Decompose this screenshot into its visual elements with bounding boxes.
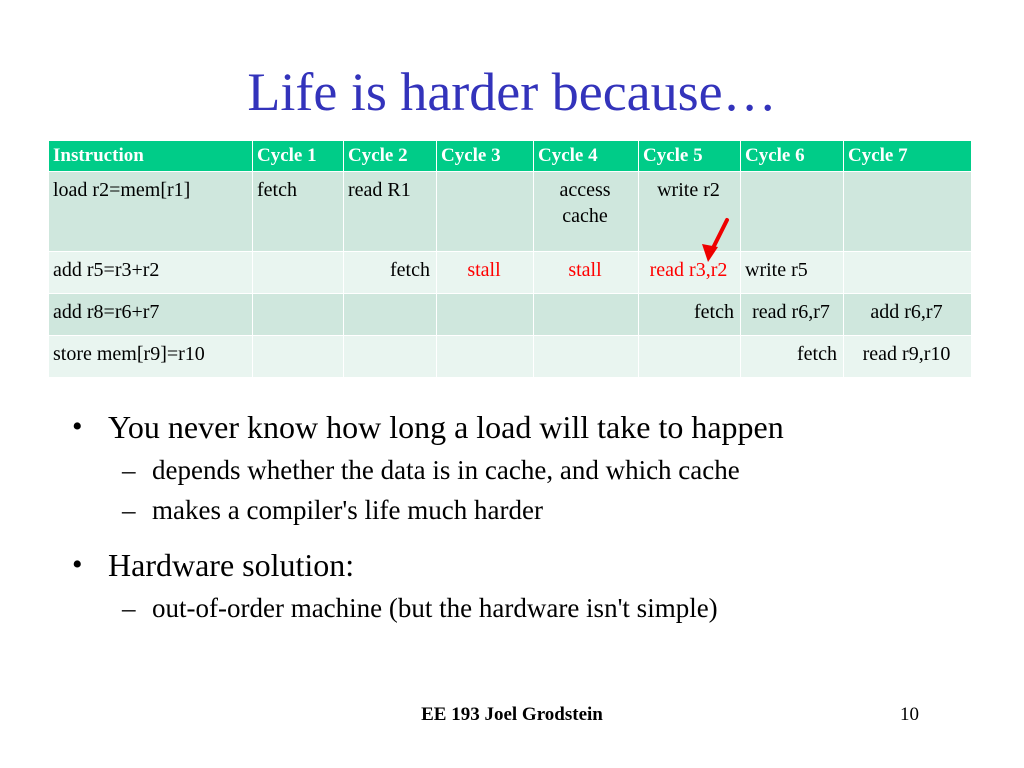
cell-instruction: store mem[r9]=r10	[49, 336, 252, 377]
slide-page-number: 10	[900, 704, 919, 725]
bullet-text: makes a compiler's life much harder	[152, 495, 543, 525]
cell-cycle-6	[741, 172, 843, 251]
bullet-item-1: • You never know how long a load will ta…	[60, 404, 964, 450]
cell-cycle-5: fetch	[639, 294, 740, 335]
table-header-row: Instruction Cycle 1 Cycle 2 Cycle 3 Cycl…	[49, 141, 971, 171]
cell-cycle-7: add r6,r7	[844, 294, 971, 335]
cell-cycle-6: read r6,r7	[741, 294, 843, 335]
body-content: • You never know how long a load will ta…	[60, 404, 964, 628]
bullet-item-3: – makes a compiler's life much harder	[60, 490, 964, 530]
column-header-cycle-6: Cycle 6	[741, 141, 843, 171]
cell-cycle-3: stall	[437, 252, 533, 293]
cell-cycle-2	[344, 336, 436, 377]
bullet-marker-dash: –	[122, 593, 136, 623]
cell-cycle-3	[437, 172, 533, 251]
bullet-text: out-of-order machine (but the hardware i…	[152, 593, 718, 623]
cell-cycle-4	[534, 294, 638, 335]
cell-cycle-5: write r2	[639, 172, 740, 251]
cell-cycle-5	[639, 336, 740, 377]
bullet-item-5: – out-of-order machine (but the hardware…	[60, 588, 964, 628]
cell-cycle-2: fetch	[344, 252, 436, 293]
cell-cycle-1	[253, 252, 343, 293]
cell-cycle-4: stall	[534, 252, 638, 293]
column-header-cycle-5: Cycle 5	[639, 141, 740, 171]
cell-cycle-1: fetch	[253, 172, 343, 251]
bullet-marker-dash: –	[122, 495, 136, 525]
column-header-cycle-3: Cycle 3	[437, 141, 533, 171]
pipeline-table: Instruction Cycle 1 Cycle 2 Cycle 3 Cycl…	[48, 140, 972, 378]
bullet-item-4: • Hardware solution:	[60, 542, 964, 588]
column-header-cycle-1: Cycle 1	[253, 141, 343, 171]
cell-cycle-1	[253, 336, 343, 377]
cell-cycle-7	[844, 252, 971, 293]
column-header-instruction: Instruction	[49, 141, 252, 171]
table-row: add r8=r6+r7 fetch read r6,r7 add r6,r7	[49, 294, 971, 335]
bullet-text: You never know how long a load will take…	[108, 409, 784, 445]
cell-cycle-3	[437, 294, 533, 335]
cell-cycle-4	[534, 336, 638, 377]
bullet-marker-dot: •	[72, 410, 83, 443]
cell-cycle-6: fetch	[741, 336, 843, 377]
cell-cycle-2: read R1	[344, 172, 436, 251]
cell-cycle-5: read r3,r2	[639, 252, 740, 293]
column-header-cycle-2: Cycle 2	[344, 141, 436, 171]
cell-cycle-7: read r9,r10	[844, 336, 971, 377]
bullet-item-2: – depends whether the data is in cache, …	[60, 450, 964, 490]
cell-instruction: add r5=r3+r2	[49, 252, 252, 293]
cell-cycle-1	[253, 294, 343, 335]
column-header-cycle-7: Cycle 7	[844, 141, 971, 171]
cell-instruction: load r2=mem[r1]	[49, 172, 252, 251]
table-row: load r2=mem[r1] fetch read R1 access cac…	[49, 172, 971, 251]
table-row: store mem[r9]=r10 fetch read r9,r10	[49, 336, 971, 377]
cell-cycle-4: access cache	[534, 172, 638, 251]
column-header-cycle-4: Cycle 4	[534, 141, 638, 171]
bullet-marker-dot: •	[72, 548, 83, 581]
bullet-text: depends whether the data is in cache, an…	[152, 455, 740, 485]
cell-cycle-3	[437, 336, 533, 377]
page-title: Life is harder because…	[247, 62, 777, 122]
cell-cycle-6: write r5	[741, 252, 843, 293]
table-row: add r5=r3+r2 fetch stall stall read r3,r…	[49, 252, 971, 293]
cell-cycle-2	[344, 294, 436, 335]
cell-cycle-7	[844, 172, 971, 251]
bullet-text: Hardware solution:	[108, 547, 355, 583]
bullet-marker-dash: –	[122, 455, 136, 485]
footer-author: EE 193 Joel Grodstein	[421, 704, 603, 725]
cell-instruction: add r8=r6+r7	[49, 294, 252, 335]
